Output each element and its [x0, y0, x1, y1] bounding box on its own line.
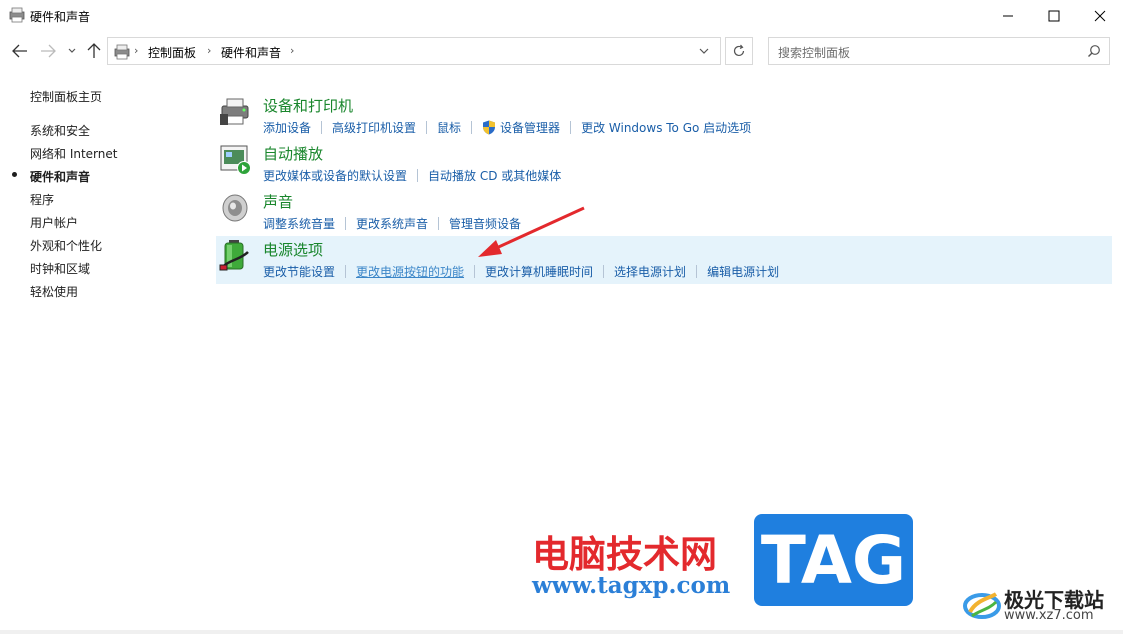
link-choose-power-plan[interactable]: 选择电源计划	[614, 263, 686, 280]
link-autoplay-cd[interactable]: 自动播放 CD 或其他媒体	[428, 167, 561, 184]
search-placeholder[interactable]: 搜索控制面板	[778, 44, 850, 61]
up-button[interactable]	[84, 42, 104, 60]
link-separator	[417, 168, 419, 182]
red-arrow-annotation	[478, 206, 585, 257]
arrow-right-icon	[41, 44, 56, 58]
watermark-brand-url: www.xz7.com	[1004, 608, 1094, 623]
link-separator	[474, 264, 476, 278]
breadcrumb-control-panel[interactable]: 控制面板	[148, 44, 196, 61]
title-bar: 硬件和声音	[0, 0, 1123, 32]
maximize-button[interactable]	[1031, 0, 1077, 32]
address-bar[interactable]: › 控制面板 › 硬件和声音 ›	[107, 37, 721, 65]
category-links: 更改节能设置 更改电源按钮的功能 更改计算机睡眠时间 选择电源计划 编辑电源计划	[263, 262, 779, 280]
link-change-power-saving[interactable]: 更改节能设置	[263, 263, 335, 280]
speaker-icon	[222, 194, 248, 222]
sidebar-item-network[interactable]: 网络和 Internet	[30, 145, 117, 162]
link-separator	[471, 120, 473, 134]
chevron-right-icon: ›	[134, 44, 139, 57]
sidebar-item-clock-region[interactable]: 时钟和区域	[30, 260, 90, 277]
close-icon	[1094, 10, 1106, 22]
link-change-system-sounds[interactable]: 更改系统声音	[356, 215, 428, 232]
minimize-button[interactable]	[985, 0, 1031, 32]
navigation-bar: › 控制面板 › 硬件和声音 › 搜索控制面板	[0, 32, 1123, 70]
category-title[interactable]: 电源选项	[263, 239, 323, 260]
window-bottom-edge	[0, 630, 1123, 634]
watermark-tag-text: TAG	[760, 521, 907, 599]
autoplay-icon	[220, 145, 251, 175]
refresh-button[interactable]	[725, 37, 753, 65]
category-autoplay: 自动播放 更改媒体或设备的默认设置 自动播放 CD 或其他媒体	[216, 140, 1112, 188]
category-links: 添加设备 高级打印机设置 鼠标 设备管理器 更改 Windows To Go 启…	[263, 118, 751, 136]
arrow-left-icon	[12, 44, 27, 58]
category-power-options: 电源选项 更改节能设置 更改电源按钮的功能 更改计算机睡眠时间 选择电源计划 编…	[216, 236, 1112, 284]
link-change-sleep-time[interactable]: 更改计算机睡眠时间	[485, 263, 593, 280]
sidebar-item-user-accounts[interactable]: 用户帐户	[30, 214, 78, 231]
breadcrumb-hardware-sound[interactable]: 硬件和声音	[221, 44, 281, 61]
shield-icon	[483, 120, 496, 134]
minimize-icon	[1003, 15, 1013, 17]
window-title: 硬件和声音	[30, 10, 91, 24]
control-panel-icon	[9, 7, 25, 23]
sidebar-home-link[interactable]: 控制面板主页	[30, 88, 102, 105]
search-box[interactable]: 搜索控制面板	[768, 37, 1110, 65]
link-separator	[696, 264, 698, 278]
sidebar-item-hardware-sound[interactable]: 硬件和声音	[30, 168, 90, 185]
chevron-right-icon: ›	[290, 44, 295, 57]
category-title[interactable]: 声音	[263, 191, 293, 212]
link-windows-to-go[interactable]: 更改 Windows To Go 启动选项	[581, 119, 751, 136]
link-mouse[interactable]: 鼠标	[437, 119, 461, 136]
sidebar-item-programs[interactable]: 程序	[30, 191, 54, 208]
link-separator	[321, 120, 323, 134]
link-change-media-defaults[interactable]: 更改媒体或设备的默认设置	[263, 167, 407, 184]
link-separator	[603, 264, 605, 278]
link-separator	[345, 216, 347, 230]
watermark-text: 电脑技术网	[532, 533, 717, 576]
sidebar-item-appearance[interactable]: 外观和个性化	[30, 237, 102, 254]
watermark-url: www.tagxp.com	[532, 572, 731, 599]
link-separator	[426, 120, 428, 134]
link-add-device[interactable]: 添加设备	[263, 119, 311, 136]
link-separator	[438, 216, 440, 230]
sidebar-item-ease-of-access[interactable]: 轻松使用	[30, 283, 78, 300]
link-change-power-button[interactable]: 更改电源按钮的功能	[356, 263, 464, 280]
control-panel-icon	[114, 44, 130, 60]
category-devices-printers: 设备和打印机 添加设备 高级打印机设置 鼠标 设备管理器 更改 Windows …	[216, 92, 1112, 140]
close-button[interactable]	[1077, 0, 1123, 32]
active-bullet-icon	[12, 172, 17, 177]
refresh-icon	[733, 44, 745, 57]
category-links: 更改媒体或设备的默认设置 自动播放 CD 或其他媒体	[263, 166, 561, 184]
link-separator	[570, 120, 572, 134]
chevron-down-icon[interactable]	[698, 45, 710, 57]
arrow-up-icon	[87, 43, 101, 58]
link-advanced-printer-setup[interactable]: 高级打印机设置	[332, 119, 416, 136]
category-title[interactable]: 设备和打印机	[263, 95, 353, 116]
maximize-icon	[1048, 10, 1060, 22]
aurora-logo-icon	[963, 592, 1001, 619]
printer-icon	[220, 98, 249, 125]
chevron-down-icon	[68, 48, 76, 53]
link-edit-power-plan[interactable]: 编辑电源计划	[707, 263, 779, 280]
link-adjust-volume[interactable]: 调整系统音量	[263, 215, 335, 232]
forward-button[interactable]	[38, 42, 58, 60]
back-button[interactable]	[10, 42, 30, 60]
link-separator	[345, 264, 347, 278]
chevron-right-icon: ›	[207, 44, 212, 57]
recent-locations-button[interactable]	[65, 42, 79, 60]
watermark-tag-logo: TAG	[754, 514, 913, 606]
sidebar-item-system-security[interactable]: 系统和安全	[30, 122, 90, 139]
search-icon[interactable]	[1087, 44, 1101, 58]
link-device-manager[interactable]: 设备管理器	[500, 119, 560, 136]
battery-icon	[219, 240, 249, 271]
category-sound: 声音 调整系统音量 更改系统声音 管理音频设备	[216, 188, 1112, 236]
category-title[interactable]: 自动播放	[263, 143, 323, 164]
